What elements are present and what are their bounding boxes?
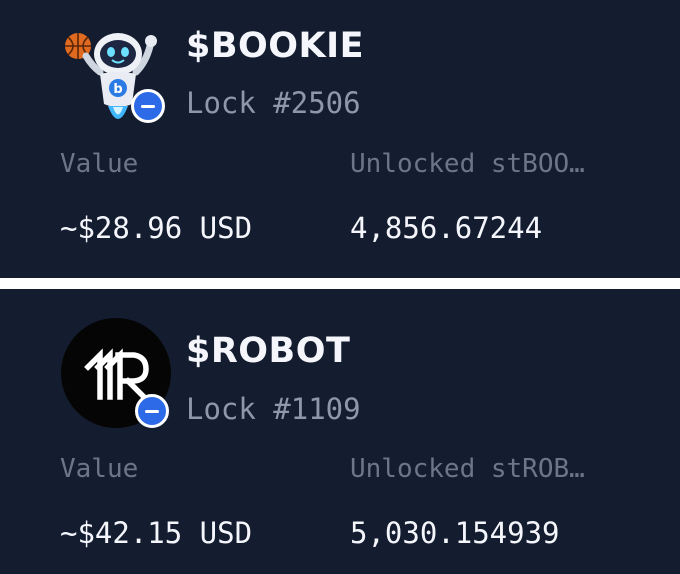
bookie-logo: b: [56, 28, 176, 138]
lock-card-robot[interactable]: $ROBOT Lock #1109 Value Unlocked stROB… …: [0, 289, 680, 574]
lock-id: Lock #1109: [186, 392, 361, 426]
unlock-badge-icon: [131, 89, 165, 123]
lock-card-bookie[interactable]: b $BOOKIE Lock #2506 Value Unlocked stBO…: [0, 0, 680, 278]
unlocked-label: Unlocked stBOO…: [350, 149, 585, 179]
value-usd: ~$28.96 USD: [60, 211, 253, 245]
value-label: Value: [60, 149, 139, 179]
token-name: $ROBOT: [186, 331, 351, 371]
unlock-badge-icon: [135, 394, 169, 428]
bookie-robot-mascot-icon: b: [65, 33, 157, 119]
svg-text:b: b: [113, 82, 122, 97]
unlocked-amount: 5,030.154939: [350, 516, 560, 550]
unlocked-label: Unlocked stROB…: [350, 454, 585, 484]
value-usd: ~$42.15 USD: [60, 516, 253, 550]
token-name: $BOOKIE: [186, 26, 365, 66]
value-label: Value: [60, 454, 139, 484]
lock-id: Lock #2506: [186, 86, 361, 120]
unlocked-amount: 4,856.67244: [350, 211, 543, 245]
